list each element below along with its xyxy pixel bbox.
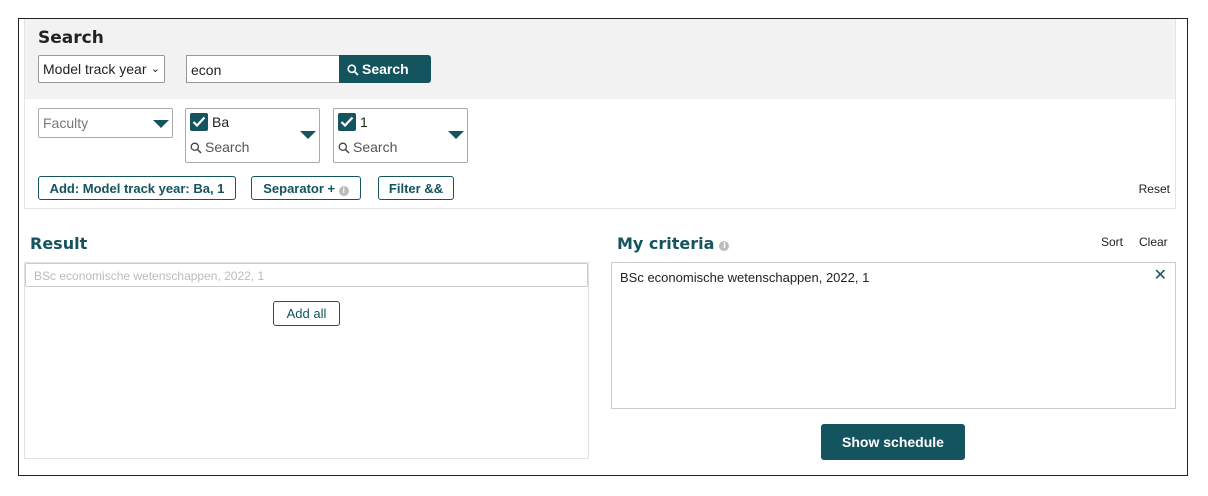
result-title: Result [30, 234, 88, 253]
search-type-value: Model track year [43, 61, 147, 77]
search-type-select[interactable]: Model track year ⌄ [38, 55, 165, 83]
criteria-title: My criteria i [617, 234, 730, 253]
separator-button[interactable]: Separator + i [251, 176, 361, 200]
reset-link[interactable]: Reset [1139, 182, 1170, 196]
year-search-placeholder: Search [353, 139, 398, 155]
search-button[interactable]: Search [339, 55, 431, 83]
dropdown-arrow-icon [300, 131, 316, 139]
search-icon [190, 142, 202, 154]
close-icon[interactable]: ✕ [1154, 265, 1167, 285]
year-search-field[interactable]: Search [338, 139, 397, 155]
dropdown-arrow-icon [448, 131, 464, 139]
separator-label: Separator + [263, 181, 336, 196]
sort-link[interactable]: Sort [1101, 235, 1123, 249]
search-button-label: Search [362, 61, 409, 77]
faculty-placeholder: Faculty [43, 115, 89, 131]
year-dropdown[interactable]: 1 Search [333, 108, 468, 163]
faculty-dropdown[interactable]: Faculty [38, 108, 173, 138]
criteria-panel: BSc economische wetenschappen, 2022, 1 ✕ [611, 262, 1176, 409]
search-panel: Search Model track year ⌄ econ Search Fa… [24, 19, 1176, 209]
add-criteria-button[interactable]: Add: Model track year: Ba, 1 [38, 176, 236, 200]
check-icon[interactable] [190, 113, 208, 131]
clear-link[interactable]: Clear [1139, 235, 1168, 249]
search-input[interactable]: econ [186, 55, 340, 83]
level-search-field[interactable]: Search [190, 139, 249, 155]
level-selected-label: Ba [212, 114, 230, 130]
filter-and-button[interactable]: Filter && [378, 176, 454, 200]
level-dropdown[interactable]: Ba Search [185, 108, 320, 163]
result-panel: BSc economische wetenschappen, 2022, 1 A… [24, 262, 589, 459]
app-frame: Search Model track year ⌄ econ Search Fa… [18, 18, 1188, 476]
level-search-placeholder: Search [205, 139, 250, 155]
criteria-title-label: My criteria [617, 234, 715, 253]
criteria-item: BSc economische wetenschappen, 2022, 1 [620, 270, 870, 285]
add-all-button[interactable]: Add all [273, 301, 340, 326]
chevron-down-icon: ⌄ [150, 63, 160, 75]
search-title: Search [38, 28, 104, 48]
info-icon[interactable]: i [338, 186, 349, 196]
show-schedule-button[interactable]: Show schedule [821, 424, 965, 460]
info-icon[interactable]: i [719, 241, 730, 251]
search-icon [338, 142, 350, 154]
dropdown-arrow-icon [153, 120, 169, 128]
result-item[interactable]: BSc economische wetenschappen, 2022, 1 [25, 263, 588, 287]
year-selected-label: 1 [360, 114, 368, 130]
check-icon[interactable] [338, 113, 356, 131]
search-icon [347, 64, 359, 76]
